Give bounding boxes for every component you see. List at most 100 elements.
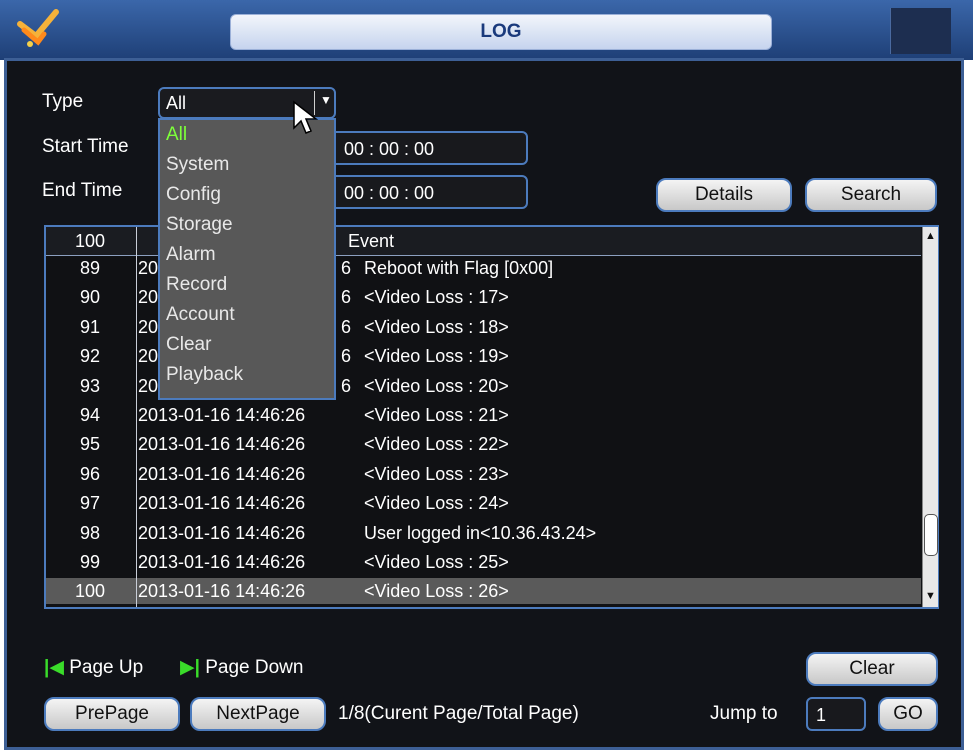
cell-divider — [136, 549, 137, 578]
row-number: 98 — [79, 522, 101, 543]
row-number: 93 — [79, 375, 101, 396]
cell-divider — [136, 578, 137, 608]
row-event: <Video Loss : 21> — [364, 405, 509, 425]
cell-divider — [136, 490, 137, 520]
row-number: 100 — [74, 581, 106, 602]
details-button[interactable]: Details — [656, 178, 792, 212]
page-down-label: Page Down — [205, 657, 304, 678]
row-event: <Video Loss : 25> — [364, 552, 509, 572]
page-down-icon: ▶| — [180, 657, 200, 678]
row-number: 89 — [79, 258, 101, 278]
dropdown-option-system[interactable]: System — [166, 154, 229, 176]
type-label: Type — [42, 91, 84, 112]
end-time-value: 00 : 00 : 00 — [344, 183, 435, 203]
dropdown-option-all[interactable]: All — [166, 124, 187, 146]
page-status: 1/8(Curent Page/Total Page) — [338, 703, 579, 724]
cell-divider — [136, 372, 137, 402]
title-bar-corner — [890, 8, 951, 54]
go-button[interactable]: GO — [878, 697, 938, 731]
row-number: 95 — [79, 434, 101, 455]
dropdown-option-playback[interactable]: Playback — [166, 364, 243, 386]
header-event: Event — [348, 231, 395, 251]
dropdown-option-record[interactable]: Record — [166, 274, 227, 296]
row-number: 92 — [79, 346, 101, 367]
row-number: 99 — [79, 552, 101, 572]
row-number: 94 — [79, 405, 101, 425]
row-number: 90 — [79, 287, 101, 308]
prev-page-button[interactable]: PrePage — [44, 697, 180, 731]
table-row[interactable]: 94 2013-01-16 14:46:26 <Video Loss : 21> — [46, 402, 921, 431]
jump-to-label: Jump to — [710, 703, 778, 724]
clear-button[interactable]: Clear — [806, 652, 938, 686]
table-row[interactable]: 96 2013-01-16 14:46:26 <Video Loss : 23> — [46, 460, 921, 490]
cell-divider — [136, 343, 137, 373]
dropdown-option-account[interactable]: Account — [166, 304, 235, 326]
cell-divider — [136, 313, 137, 343]
dropdown-option-storage[interactable]: Storage — [166, 214, 233, 236]
row-time-tail: 6 — [341, 287, 352, 308]
end-time-label: End Time — [42, 180, 123, 201]
start-time-label: Start Time — [42, 136, 129, 157]
title-bar: LOG — [0, 0, 973, 60]
cell-divider — [136, 402, 137, 431]
cell-divider — [136, 431, 137, 461]
type-select-value: All — [166, 93, 187, 113]
window-title: LOG — [480, 21, 522, 42]
mouse-cursor-icon — [293, 100, 319, 134]
row-time: 2013-01-16 14:46:26 — [138, 522, 306, 543]
row-time: 2013-01-16 14:46:26 — [138, 405, 306, 425]
row-number: 96 — [79, 463, 101, 484]
page-up-label: Page Up — [69, 657, 144, 678]
scrollbar[interactable]: ▲ ▼ — [922, 227, 938, 607]
page-down-link[interactable]: ▶| Page Down — [180, 656, 303, 679]
type-dropdown-list[interactable]: All System Config Storage Alarm Record Account… — [158, 118, 336, 400]
chevron-down-icon[interactable]: ▼ — [320, 93, 332, 107]
search-button[interactable]: Search — [805, 178, 937, 212]
table-row[interactable]: 95 2013-01-16 14:46:26 <Video Loss : 22> — [46, 431, 921, 461]
page-up-link[interactable]: |◀ Page Up — [44, 656, 143, 679]
cell-divider — [136, 460, 137, 490]
cell-divider — [136, 284, 137, 314]
start-time-value: 00 : 00 : 00 — [344, 139, 435, 159]
row-time: 2013-01-16 14:46:26 — [138, 581, 306, 602]
row-event: <Video Loss : 22> — [364, 434, 509, 455]
table-row[interactable]: 97 2013-01-16 14:46:26 <Video Loss : 24> — [46, 490, 921, 520]
next-page-button[interactable]: NextPage — [190, 697, 326, 731]
start-time-input[interactable]: 00 : 00 : 00 — [330, 131, 528, 165]
table-row[interactable]: 98 2013-01-16 14:46:26 User logged in<10.3… — [46, 519, 921, 549]
jump-page-input[interactable]: 1 — [806, 697, 866, 731]
dropdown-option-alarm[interactable]: Alarm — [166, 244, 216, 266]
logo-icon — [17, 9, 59, 47]
row-time: 2013-01-16 14:46:26 — [138, 493, 306, 514]
cell-divider — [136, 255, 137, 284]
end-time-input[interactable]: 00 : 00 : 00 — [330, 175, 528, 209]
title-pill: LOG — [230, 14, 772, 50]
row-number: 91 — [79, 316, 101, 337]
cell-divider — [136, 519, 137, 549]
row-event: <Video Loss : 17> — [364, 287, 509, 308]
header-count: 100 — [74, 231, 106, 251]
row-event: <Video Loss : 23> — [364, 463, 509, 484]
jump-page-value: 1 — [816, 705, 827, 725]
row-time: 2013-01-16 14:46:26 — [138, 434, 306, 455]
row-time-tail: 6 — [341, 375, 352, 396]
table-row[interactable]: 99 2013-01-16 14:46:26 <Video Loss : 25> — [46, 549, 921, 578]
scroll-down-icon[interactable]: ▼ — [923, 589, 938, 603]
page-up-icon: |◀ — [44, 657, 64, 678]
scroll-thumb[interactable] — [924, 514, 938, 556]
row-time: 2013-01-16 14:46:26 — [138, 463, 306, 484]
row-event: <Video Loss : 26> — [364, 581, 509, 602]
table-row[interactable]: 100 2013-01-16 14:46:26 <Video Loss : 26> — [46, 578, 921, 608]
dropdown-option-config[interactable]: Config — [166, 184, 221, 206]
dropdown-option-clear[interactable]: Clear — [166, 334, 211, 356]
row-time: 2013-01-16 14:46:26 — [138, 552, 306, 572]
row-number: 97 — [79, 493, 101, 514]
row-event: <Video Loss : 18> — [364, 316, 509, 337]
row-time-tail: 6 — [341, 316, 352, 337]
row-event: <Video Loss : 20> — [364, 375, 509, 396]
scroll-up-icon[interactable]: ▲ — [923, 229, 938, 243]
row-time-tail: 6 — [341, 258, 352, 278]
row-event: <Video Loss : 24> — [364, 493, 509, 514]
row-event: <Video Loss : 19> — [364, 346, 509, 367]
row-event: Reboot with Flag [0x00] — [364, 258, 554, 278]
